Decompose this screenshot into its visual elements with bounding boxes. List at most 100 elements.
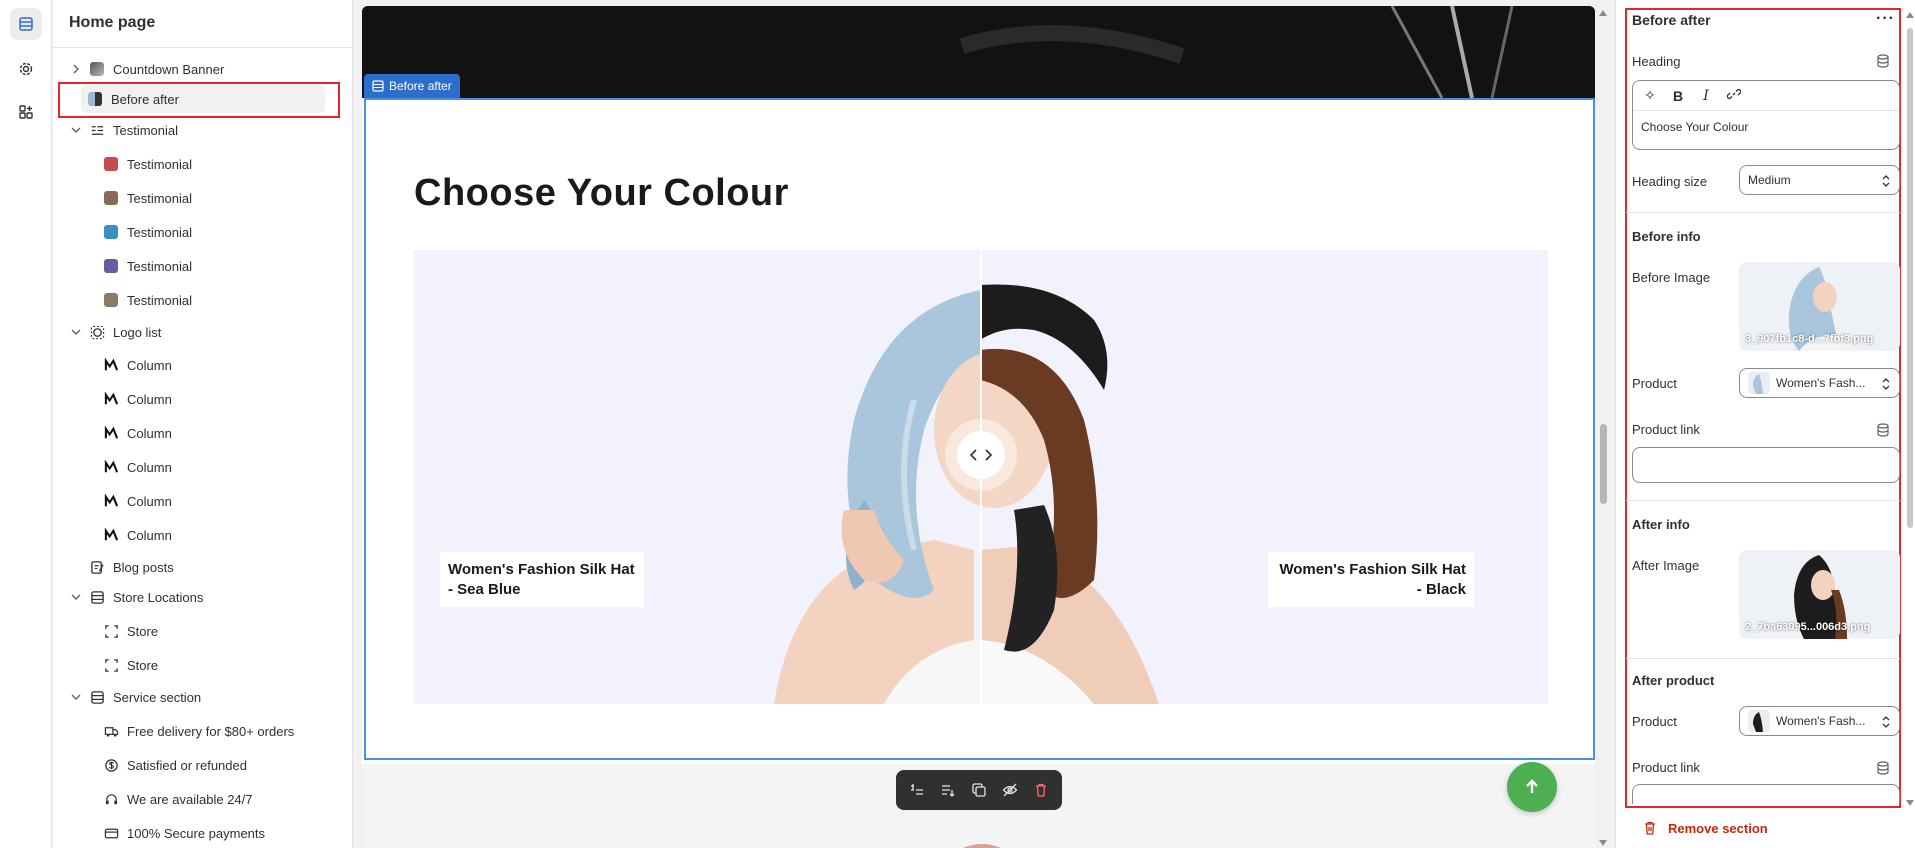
tree-item-testimonial[interactable]: Testimonial	[103, 286, 192, 314]
product-thumbnail	[1748, 372, 1770, 394]
remove-section-label: Remove section	[1668, 820, 1768, 836]
magic-icon[interactable]: ✧	[1643, 87, 1657, 104]
heading-richtext-editor[interactable]: ✧ B I Choose Your Colour	[1632, 80, 1900, 150]
italic-icon[interactable]: I	[1699, 88, 1713, 104]
tree-item-label: Column	[127, 357, 172, 373]
column-logo-icon	[103, 493, 119, 509]
tree-item-service-section[interactable]: Service section	[69, 683, 339, 711]
after-product-picker[interactable]: Women's Fash...	[1739, 706, 1900, 736]
section-icon	[89, 689, 105, 705]
after-product-link-input[interactable]	[1632, 784, 1900, 804]
tree-item-secure-payments[interactable]: 100% Secure payments	[103, 819, 265, 847]
before-product-picker[interactable]: Women's Fash...	[1739, 368, 1900, 398]
tree-item-testimonial[interactable]: Testimonial	[103, 150, 192, 178]
tree-item-blog-posts[interactable]: Blog posts	[89, 553, 174, 581]
product-link-label: Product link	[1632, 760, 1700, 775]
heading-size-value: Medium	[1748, 173, 1791, 187]
tree-item-store[interactable]: Store	[103, 651, 158, 679]
canvas-scrollbar[interactable]	[1597, 6, 1609, 848]
tree-item-label: Service section	[113, 689, 202, 705]
block-icon	[103, 623, 119, 639]
select-updown-icon	[1882, 175, 1890, 187]
select-updown-icon	[1882, 716, 1890, 728]
tree-item-column[interactable]: Column	[103, 521, 172, 549]
chevron-down-icon[interactable]	[69, 123, 83, 137]
tree-item-countdown-banner[interactable]: Countdown Banner	[69, 55, 339, 83]
column-logo-icon	[103, 391, 119, 407]
blog-icon	[89, 559, 105, 575]
after-product-label[interactable]: Women's Fashion Silk Hat - Black	[1268, 552, 1474, 607]
tree-item-logo-list[interactable]: Logo list	[69, 318, 339, 346]
move-up-icon[interactable]	[909, 782, 925, 798]
tree-item-label: We are available 24/7	[127, 791, 253, 807]
apps-icon[interactable]	[10, 96, 42, 128]
chevron-right-icon[interactable]	[69, 62, 83, 76]
before-product-value: Women's Fash...	[1776, 376, 1866, 390]
section-tree-panel: Home page Countdown Banner Before after …	[53, 0, 353, 848]
before-image-filename: 3_907fb1c8-d...7fbf3.png	[1745, 333, 1874, 345]
heading-size-select[interactable]: Medium	[1739, 165, 1900, 195]
testimonial-thumb	[103, 292, 119, 308]
tree-item-store[interactable]: Store	[103, 617, 158, 645]
section-tag[interactable]: Before after	[364, 74, 460, 98]
hide-icon[interactable]	[1002, 782, 1018, 798]
before-image-picker[interactable]: 3_907fb1c8-d...7fbf3.png	[1739, 262, 1900, 351]
tree-item-testimonial[interactable]: Testimonial	[103, 252, 192, 280]
preview-canvas: Before after Choose Your Colour Women's …	[362, 6, 1595, 848]
tree-item-column[interactable]: Column	[103, 351, 172, 379]
tree-item-label: Column	[127, 459, 172, 475]
chevron-down-icon[interactable]	[69, 325, 83, 339]
move-down-icon[interactable]	[940, 782, 956, 798]
tree-item-label: 100% Secure payments	[127, 825, 266, 841]
slider-handle[interactable]	[957, 431, 1005, 479]
scroll-thumb[interactable]	[1600, 424, 1607, 504]
scroll-down-arrow-icon[interactable]	[1906, 800, 1914, 806]
testimonial-thumb	[103, 190, 119, 206]
delete-icon[interactable]	[1033, 782, 1049, 798]
scroll-up-arrow-icon[interactable]	[1599, 10, 1607, 16]
arrow-up-icon	[1526, 779, 1538, 793]
heading-value[interactable]: Choose Your Colour	[1633, 111, 1899, 143]
tree-item-free-delivery[interactable]: Free delivery for $80+ orders	[103, 717, 294, 745]
before-product-label[interactable]: Women's Fashion Silk Hat - Sea Blue	[440, 552, 644, 607]
before-after-section[interactable]: Choose Your Colour Women's Fashion Silk …	[364, 98, 1595, 760]
section-icon	[89, 589, 105, 605]
before-product-link-input[interactable]	[1632, 447, 1900, 483]
tree-item-store-locations[interactable]: Store Locations	[69, 583, 339, 611]
chevron-down-icon[interactable]	[69, 690, 83, 704]
tree-item-testimonial-section[interactable]: Testimonial	[69, 116, 339, 144]
settings-scrollbar[interactable]	[1905, 8, 1915, 808]
tree-item-label: Column	[127, 527, 172, 543]
remove-section-button[interactable]: Remove section	[1642, 820, 1768, 836]
before-after-slider[interactable]: Women's Fashion Silk Hat - Sea Blue Wome…	[414, 250, 1548, 704]
dynamic-source-icon[interactable]	[1876, 423, 1890, 437]
tree-item-testimonial[interactable]: Testimonial	[103, 184, 192, 212]
tree-item-satisfied[interactable]: Satisfied or refunded	[103, 751, 247, 779]
more-icon[interactable]: ···	[1876, 10, 1895, 28]
chevron-down-icon[interactable]	[69, 590, 83, 604]
product-label: Product	[1632, 714, 1677, 729]
settings-title: Before after	[1632, 12, 1711, 28]
tree-item-available[interactable]: We are available 24/7	[103, 785, 253, 813]
divider	[1626, 500, 1900, 501]
link-icon[interactable]	[1726, 87, 1742, 104]
tree-item-column[interactable]: Column	[103, 419, 172, 447]
tree-item-before-after[interactable]: Before after	[81, 85, 325, 113]
scroll-up-arrow-icon[interactable]	[1906, 12, 1914, 18]
after-image-picker[interactable]: 2_7ba63095...006d3.png	[1739, 550, 1900, 639]
scroll-down-arrow-icon[interactable]	[1599, 840, 1607, 846]
tree-item-testimonial[interactable]: Testimonial	[103, 218, 192, 246]
heading-label: Heading	[1632, 54, 1681, 69]
gear-icon[interactable]	[10, 53, 42, 85]
tree-item-column[interactable]: Column	[103, 487, 172, 515]
tree-item-column[interactable]: Column	[103, 453, 172, 481]
tree-item-column[interactable]: Column	[103, 385, 172, 413]
dynamic-source-icon[interactable]	[1876, 761, 1890, 775]
scroll-thumb[interactable]	[1907, 28, 1913, 528]
tree-item-label: Satisfied or refunded	[127, 757, 247, 773]
scroll-to-top-button[interactable]	[1507, 762, 1557, 812]
dynamic-source-icon[interactable]	[1876, 54, 1890, 68]
sections-icon[interactable]	[10, 8, 42, 40]
bold-icon[interactable]: B	[1671, 88, 1685, 104]
duplicate-icon[interactable]	[971, 782, 987, 798]
